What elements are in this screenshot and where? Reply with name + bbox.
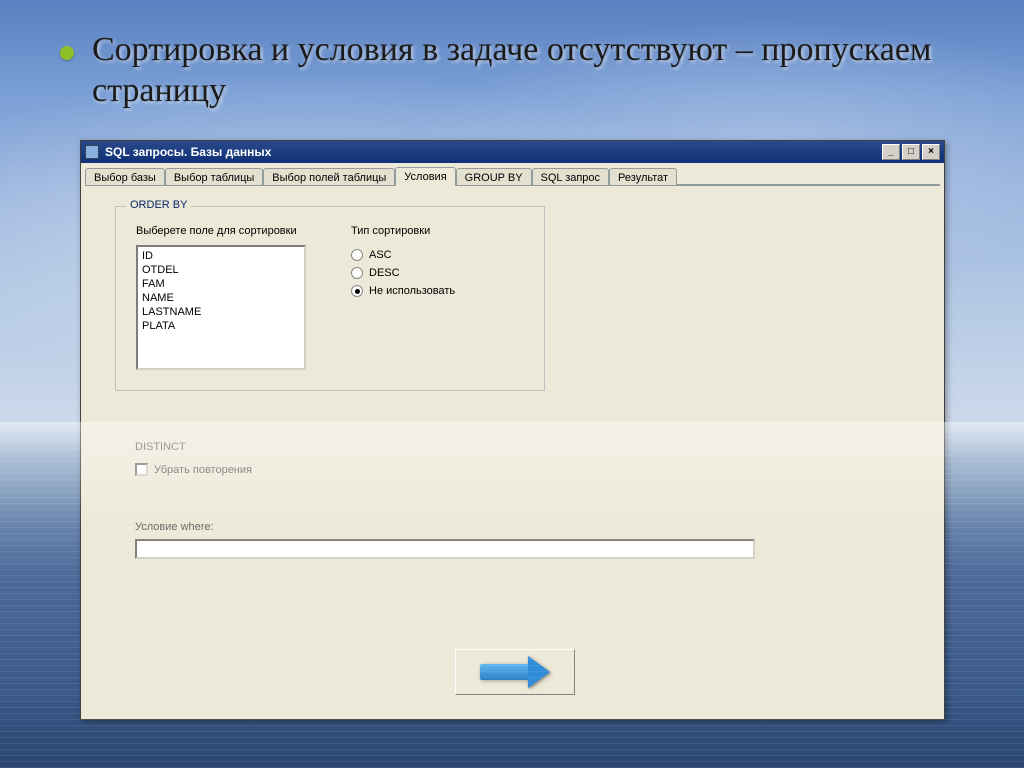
window-title: SQL запросы. Базы данных <box>105 145 271 159</box>
app-window: SQL запросы. Базы данных _ □ × Выбор баз… <box>80 140 945 720</box>
list-item[interactable]: NAME <box>140 291 302 305</box>
list-item[interactable]: ID <box>140 249 302 263</box>
radio-none[interactable]: Не использовать <box>351 285 455 297</box>
radio-label: DESC <box>369 267 400 279</box>
radio-icon <box>351 249 363 261</box>
radio-desc[interactable]: DESC <box>351 267 455 279</box>
orderby-field-label: Выберете поле для сортировки <box>136 225 297 237</box>
maximize-button[interactable]: □ <box>902 144 920 160</box>
list-item[interactable]: LASTNAME <box>140 305 302 319</box>
distinct-heading: DISTINCT <box>135 441 252 453</box>
distinct-checkbox[interactable]: Убрать повторения <box>135 463 252 476</box>
list-item[interactable]: OTDEL <box>140 263 302 277</box>
titlebar: SQL запросы. Базы данных _ □ × <box>81 141 944 163</box>
minimize-button[interactable]: _ <box>882 144 900 160</box>
slide-bullet: Сортировка и условия в задаче отсутствую… <box>60 30 964 112</box>
orderby-group: ORDER BY Выберете поле для сортировки ID… <box>115 206 545 391</box>
client-area: ORDER BY Выберете поле для сортировки ID… <box>85 185 940 715</box>
bullet-dot-icon <box>60 46 74 60</box>
slide-title: Сортировка и условия в задаче отсутствую… <box>92 30 964 112</box>
list-item[interactable]: FAM <box>140 277 302 291</box>
orderby-field-list[interactable]: ID OTDEL FAM NAME LASTNAME PLATA <box>136 245 306 370</box>
arrow-right-icon <box>480 656 550 688</box>
checkbox-icon <box>135 463 148 476</box>
radio-icon <box>351 285 363 297</box>
tabstrip: Выбор базы Выбор таблицы Выбор полей таб… <box>81 163 944 185</box>
where-input[interactable] <box>135 539 755 559</box>
close-button[interactable]: × <box>922 144 940 160</box>
radio-asc[interactable]: ASC <box>351 249 455 261</box>
tab-conditions[interactable]: Условия <box>395 167 455 186</box>
next-button[interactable] <box>455 649 575 695</box>
orderby-legend: ORDER BY <box>126 199 191 211</box>
radio-label: ASC <box>369 249 392 261</box>
sort-type-label: Тип сортировки <box>351 225 430 237</box>
where-label: Условие where: <box>135 521 755 533</box>
distinct-checkbox-label: Убрать повторения <box>154 464 252 476</box>
radio-label: Не использовать <box>369 285 455 297</box>
list-item[interactable]: PLATA <box>140 319 302 333</box>
app-icon <box>85 145 99 159</box>
radio-icon <box>351 267 363 279</box>
